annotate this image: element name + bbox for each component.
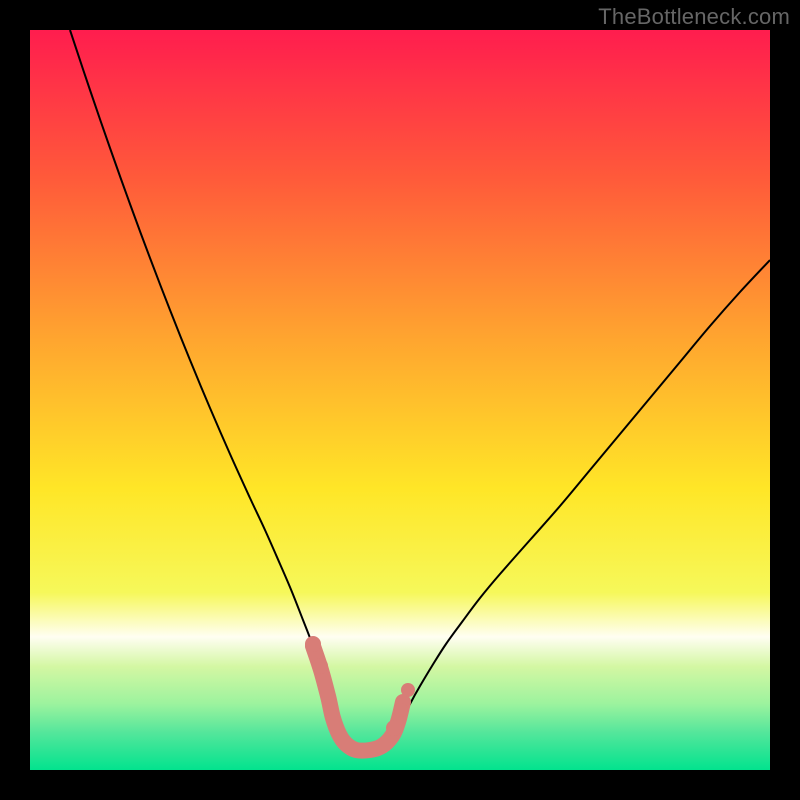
gradient-background: [30, 30, 770, 770]
point-right-dot-2: [394, 703, 408, 717]
point-left-dot-2: [312, 658, 328, 674]
bottleneck-chart: [30, 30, 770, 770]
point-right-dot-3: [401, 683, 415, 697]
watermark-text: TheBottleneck.com: [598, 4, 790, 30]
point-left-dot-1: [305, 636, 321, 652]
plot-area: [30, 30, 770, 770]
point-right-dot-1: [386, 720, 402, 736]
chart-outer: TheBottleneck.com: [0, 0, 800, 800]
